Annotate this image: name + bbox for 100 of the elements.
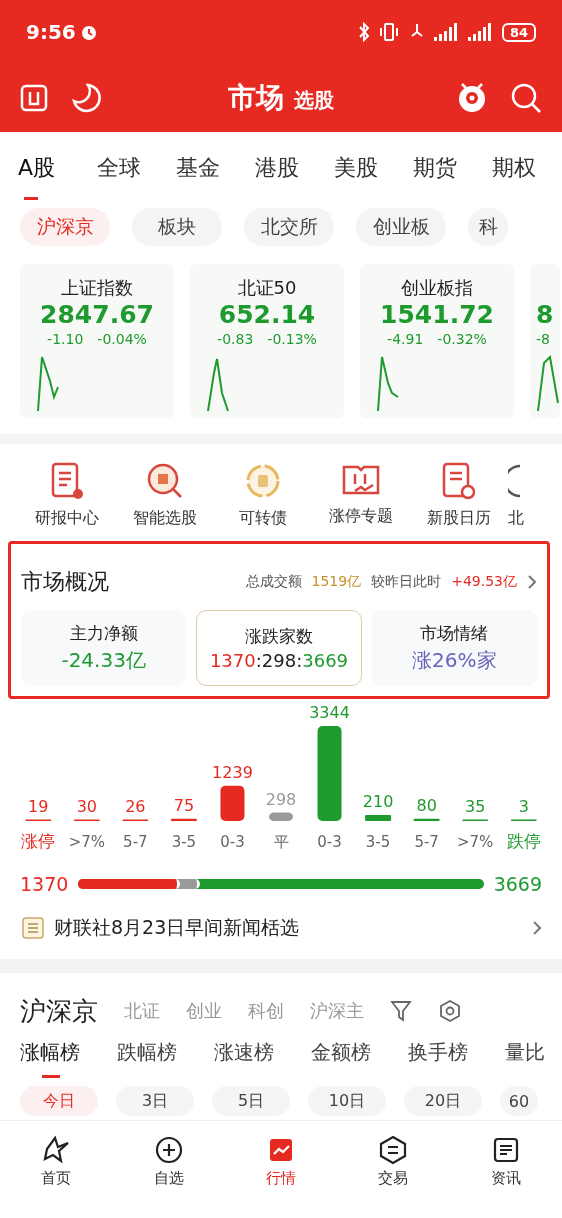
ranking-tab[interactable]: 换手榜: [408, 1039, 505, 1078]
bar: [413, 818, 440, 821]
shortcut-label[interactable]: 研报中心: [35, 508, 99, 529]
shortcut-label[interactable]: 智能选股: [133, 508, 197, 529]
ranking-tab[interactable]: 量比: [505, 1039, 555, 1078]
up-flat-down-ratio: 1370:298:3669: [209, 650, 349, 671]
settings-icon[interactable]: [438, 999, 462, 1023]
category-label: 3-5: [365, 833, 391, 851]
plus-circle-icon: [153, 1134, 184, 1165]
overview-label: 主力净额: [69, 622, 138, 645]
chevron-right-icon[interactable]: [527, 574, 537, 590]
category-label: 平: [273, 833, 289, 851]
index-percent: -0.13%: [267, 331, 317, 347]
shortcut-label[interactable]: 可转债: [239, 508, 287, 529]
market-tab[interactable]: 港股: [255, 146, 334, 200]
exchange-pill[interactable]: 沪深京: [20, 208, 110, 246]
bar: [220, 785, 245, 821]
chevron-right-icon[interactable]: [532, 920, 542, 936]
period-chip[interactable]: 10日: [308, 1086, 386, 1116]
category-label: 3-5: [171, 833, 197, 851]
cycle-icon: [244, 462, 282, 500]
robot-icon[interactable]: [456, 81, 488, 115]
vibrate-icon: [377, 22, 400, 42]
overview-card[interactable]: 市场情绪 涨26%家: [371, 610, 537, 686]
shortcut-label[interactable]: 涨停专题: [329, 506, 393, 527]
ranking-tab[interactable]: 涨幅榜: [20, 1039, 117, 1078]
square-icon[interactable]: [20, 84, 48, 112]
index-value: 8: [536, 300, 554, 329]
overview-value: 涨26%家: [412, 647, 497, 674]
exchange-pill[interactable]: 北交所: [244, 208, 334, 246]
market-tab[interactable]: 美股: [334, 146, 413, 200]
bar-value: 30: [76, 796, 97, 816]
index-change: -1.10: [47, 331, 84, 347]
nav-tab[interactable]: 交易: [337, 1134, 450, 1188]
index-value: 1541.72: [380, 300, 494, 329]
category-label: 涨停: [21, 831, 56, 851]
advancing-count: 1370: [20, 873, 69, 895]
market-tab[interactable]: A股: [18, 146, 97, 200]
bar: [365, 815, 392, 821]
bar-value: 35: [465, 796, 486, 816]
category-label: 0-3: [220, 833, 245, 851]
overview-card[interactable]: 主力净额 -24.33亿: [21, 610, 187, 686]
turnover-label: 总成交额: [245, 573, 302, 591]
bar-value: 3: [518, 796, 529, 816]
index-card[interactable]: 上证指数 2847.67 -1.10 -0.04%: [20, 264, 174, 418]
shortcut-label[interactable]: 北: [508, 508, 524, 529]
index-change: -0.83: [217, 331, 254, 347]
magnifier-icon: [146, 462, 184, 500]
list-tab[interactable]: 沪深京: [20, 993, 98, 1029]
filter-icon[interactable]: [390, 999, 412, 1023]
nav-tab[interactable]: 资讯: [449, 1134, 562, 1188]
ranking-tab[interactable]: 涨速榜: [214, 1039, 311, 1078]
bar-value: 298: [265, 789, 297, 809]
category-label: 5-7: [123, 833, 148, 851]
overview-label: 市场情绪: [420, 622, 489, 645]
search-icon[interactable]: [510, 82, 542, 114]
category-label: >7%: [68, 833, 105, 851]
index-card[interactable]: 8 -8: [530, 264, 560, 418]
category-label: 跌停: [506, 831, 541, 851]
index-percent: -0.04%: [97, 331, 147, 347]
period-chip[interactable]: 今日: [20, 1086, 98, 1116]
news-headline[interactable]: 财联社8月23日早间新闻栝选: [54, 915, 522, 941]
index-change: -4.91: [387, 331, 424, 347]
calendar-document-icon: [441, 462, 477, 500]
shortcut-label[interactable]: 新股日历: [427, 508, 491, 529]
index-card[interactable]: 创业板指 1541.72 -4.91 -0.32%: [360, 264, 514, 418]
bar-value: 1239: [212, 762, 253, 782]
index-card[interactable]: 北证50 652.14 -0.83 -0.13%: [190, 264, 344, 418]
exchange-pill[interactable]: 科: [468, 208, 508, 246]
stock-picker-link[interactable]: 选股: [294, 87, 334, 114]
moon-icon[interactable]: [70, 82, 102, 114]
exchange-pill[interactable]: 板块: [132, 208, 222, 246]
ranking-tab[interactable]: 金额榜: [311, 1039, 408, 1078]
category-label: 0-3: [317, 833, 342, 851]
period-chip[interactable]: 60: [500, 1086, 538, 1116]
section-title: 市场概况: [21, 568, 110, 596]
overview-card[interactable]: 涨跌家数 1370:298:3669: [196, 610, 362, 686]
market-tab[interactable]: 期权: [492, 146, 562, 200]
index-name: 创业板指: [401, 276, 473, 300]
bar: [269, 812, 293, 821]
overview-label: 涨跌家数: [245, 625, 313, 648]
bar-value: 210: [362, 792, 394, 812]
period-chip[interactable]: 20日: [404, 1086, 482, 1116]
lightning-icon: [41, 1134, 72, 1165]
nav-tab[interactable]: 首页: [0, 1134, 113, 1188]
market-tab[interactable]: 基金: [176, 146, 255, 200]
market-tab[interactable]: 期货: [413, 146, 492, 200]
period-chip[interactable]: 5日: [212, 1086, 290, 1116]
period-chip[interactable]: 3日: [116, 1086, 194, 1116]
category-label: 5-7: [414, 833, 439, 851]
nav-tab[interactable]: 自选: [112, 1134, 225, 1188]
nav-tab[interactable]: 行情: [224, 1134, 338, 1188]
exchange-pill[interactable]: 创业板: [356, 208, 446, 246]
exchange-icon: [378, 1134, 409, 1165]
ranking-tab[interactable]: 跌幅榜: [117, 1039, 214, 1078]
bluetooth-icon: [357, 22, 370, 42]
bar-value: 19: [28, 796, 49, 816]
document-icon: [50, 462, 84, 500]
market-tab[interactable]: 全球: [97, 146, 176, 200]
index-change: -8: [536, 331, 550, 347]
